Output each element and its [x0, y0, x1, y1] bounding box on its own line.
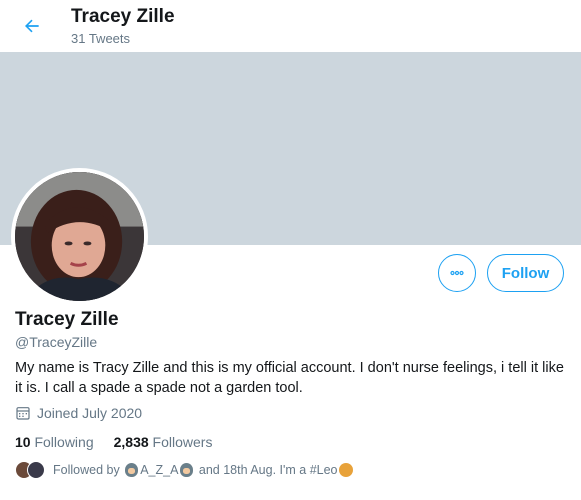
more-options-button[interactable]	[438, 254, 476, 292]
follower-avatars	[15, 461, 45, 479]
more-options-icon	[450, 270, 464, 276]
profile-bio: My name is Tracy Zille and this is my of…	[15, 360, 564, 396]
following-link[interactable]: 10 Following	[15, 434, 94, 450]
followers-link[interactable]: 2,838 Followers	[114, 434, 213, 450]
follow-button[interactable]: Follow	[487, 254, 564, 292]
lion-emoji-icon	[338, 463, 353, 477]
joined-date: Joined July 2020	[15, 405, 142, 421]
following-count: 10	[15, 434, 31, 450]
tweet-count: 31 Tweets	[71, 31, 131, 46]
joined-text: Joined July 2020	[37, 405, 143, 421]
back-button[interactable]	[16, 10, 48, 42]
calendar-icon	[16, 407, 30, 420]
profile-header: Tracey Zille 31 Tweets	[0, 0, 581, 52]
avatar-photo	[15, 172, 144, 301]
followed-by-name: A_Z_A	[140, 463, 179, 477]
followed-by-suffix: and 18th Aug. I'm a #Leo	[198, 463, 338, 477]
face-emoji-icon	[125, 463, 139, 477]
face-emoji-icon	[180, 463, 194, 477]
back-arrow-icon	[25, 19, 39, 33]
followed-by[interactable]: Followed by A_Z_A and 18th Aug. I'm a #L…	[15, 461, 353, 479]
followed-by-prefix: Followed by	[53, 463, 120, 477]
follower-avatar	[27, 461, 45, 479]
profile-avatar[interactable]	[11, 168, 148, 305]
followers-label: Followers	[152, 434, 213, 450]
header-title: Tracey Zille	[71, 6, 175, 27]
profile-name: Tracey Zille	[15, 309, 119, 330]
followers-count: 2,838	[113, 434, 149, 450]
profile-handle: @TraceyZille	[15, 334, 98, 350]
following-label: Following	[34, 434, 94, 450]
profile-stats: 10 Following 2,838 Followers	[15, 434, 232, 450]
